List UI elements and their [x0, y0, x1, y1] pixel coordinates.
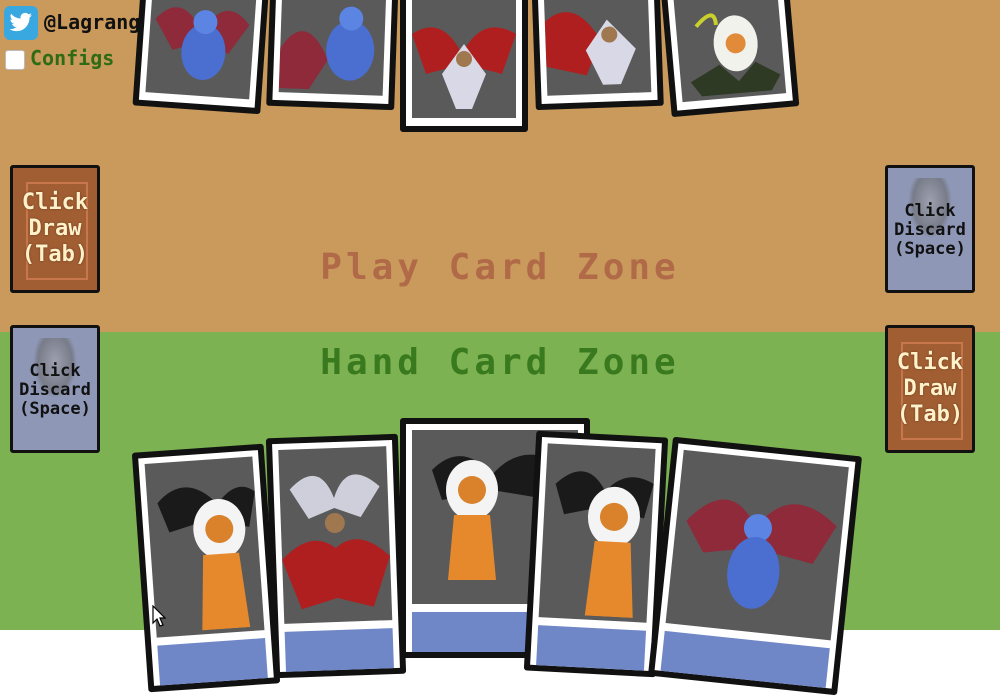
- play-card[interactable]: [652, 0, 800, 118]
- card-art: [412, 0, 516, 118]
- configs-checkbox[interactable]: [5, 50, 25, 70]
- red-dragon-icon: [412, 27, 516, 109]
- card-art: [540, 0, 652, 96]
- draw-pile-label: Click Draw (Tab): [896, 350, 964, 427]
- discard-pile-label: Click Discard (Space): [19, 361, 91, 419]
- player-discard-pile[interactable]: Click Discard (Space): [10, 325, 100, 453]
- play-card[interactable]: [132, 0, 276, 115]
- hand-card[interactable]: [131, 443, 281, 693]
- blue-demon-icon: [278, 6, 375, 90]
- hand-card[interactable]: [647, 436, 863, 695]
- draw-pile-label: Click Draw (Tab): [21, 190, 89, 267]
- card-info-panel: [660, 630, 830, 689]
- blue-demon-icon: [686, 499, 837, 609]
- serpent-egg-icon: [690, 13, 781, 97]
- discard-pile-label: Click Discard (Space): [894, 201, 966, 259]
- blue-demon-icon: [155, 7, 250, 81]
- player-draw-pile[interactable]: Click Draw (Tab): [885, 325, 975, 453]
- winged-lion-icon: [555, 471, 654, 619]
- card-art: [665, 0, 787, 103]
- card-art: [145, 0, 263, 100]
- red-dragon-icon: [544, 12, 636, 85]
- hand-card[interactable]: [523, 430, 669, 678]
- card-art: [278, 0, 390, 96]
- card-art: [538, 443, 656, 623]
- card-info-panel: [536, 625, 647, 671]
- play-card[interactable]: [266, 0, 402, 111]
- opponent-draw-pile[interactable]: Click Draw (Tab): [10, 165, 100, 293]
- card-art: [278, 446, 393, 624]
- play-card[interactable]: [400, 0, 528, 132]
- hand-zone-title: Hand Card Zone: [320, 342, 680, 383]
- twitter-icon[interactable]: [4, 6, 38, 40]
- card-info-panel: [157, 638, 268, 686]
- card-art: [665, 449, 849, 641]
- hand-card[interactable]: [265, 433, 407, 679]
- play-card[interactable]: [528, 0, 664, 111]
- configs-label[interactable]: Configs: [30, 46, 114, 70]
- mouse-cursor-icon: [152, 605, 166, 627]
- card-info-panel: [284, 628, 394, 672]
- red-dragon-icon: [282, 474, 391, 610]
- opponent-discard-pile[interactable]: Click Discard (Space): [885, 165, 975, 293]
- play-zone-title: Play Card Zone: [320, 247, 680, 288]
